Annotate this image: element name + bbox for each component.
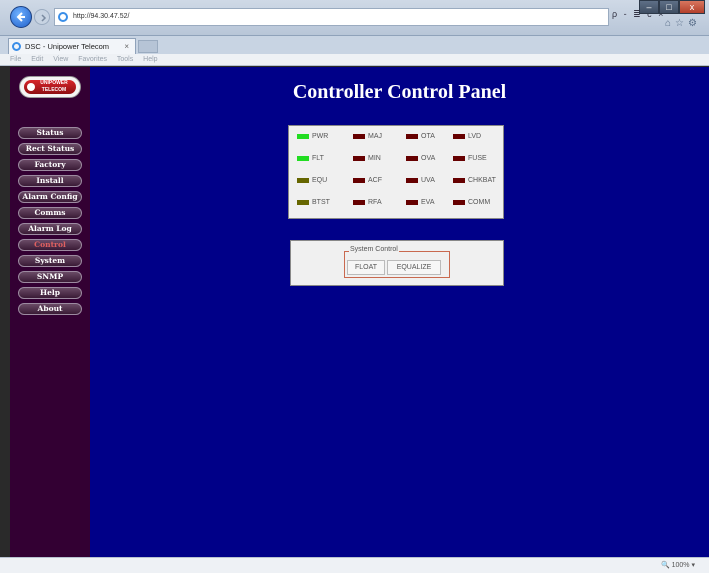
indicator-label: EQU — [312, 177, 328, 184]
tab-favicon-icon — [12, 42, 21, 51]
url-text: http://94.30.47.52/ — [73, 13, 130, 20]
nav-system[interactable]: System — [18, 255, 82, 267]
indicator-label: EVA — [421, 199, 435, 206]
indicator-label: COMM — [468, 199, 491, 206]
ie-icon — [58, 12, 68, 22]
logo-text: UNIPOWER TELECOM — [40, 80, 68, 93]
nav-snmp[interactable]: SNMP — [18, 271, 82, 283]
led-icon — [297, 200, 309, 205]
browser-window: http://94.30.47.52/ ρ - ≣ c × – □ x ⌂☆⚙ … — [0, 0, 709, 573]
address-bar[interactable]: http://94.30.47.52/ — [54, 8, 609, 26]
page-title: Controller Control Panel — [292, 81, 507, 103]
system-control-group: System Control FLOAT EQUALIZE — [344, 246, 450, 278]
nav-factory[interactable]: Factory — [18, 159, 82, 171]
nav-about[interactable]: About — [18, 303, 82, 315]
close-window-button[interactable]: x — [679, 0, 705, 14]
main-content: Controller Control Panel PWR MAJ OTA LVD FLT… — [90, 67, 709, 557]
nav-install[interactable]: Install — [18, 175, 82, 187]
led-icon — [453, 178, 465, 183]
back-arrow-icon — [16, 12, 25, 22]
indicator-label: UVA — [421, 177, 435, 184]
logo-badge: UNIPOWER TELECOM — [24, 80, 76, 94]
equalize-button[interactable]: EQUALIZE — [387, 260, 441, 275]
indicator-label: OVA — [421, 155, 436, 162]
menu-favorites[interactable]: Favorites — [78, 56, 107, 63]
system-control-legend: System Control — [349, 246, 399, 253]
indicator-label: PWR — [312, 133, 329, 140]
nav-alarm-config[interactable]: Alarm Config — [18, 191, 82, 203]
new-tab-button[interactable] — [138, 40, 158, 53]
menu-view[interactable]: View — [53, 56, 68, 63]
tab-dsc[interactable]: DSC - Unipower Telecom × — [8, 38, 136, 54]
forward-arrow-icon — [41, 14, 47, 22]
browser-titlebar: http://94.30.47.52/ ρ - ≣ c × – □ x ⌂☆⚙ — [0, 0, 709, 36]
indicator-label: LVD — [468, 133, 482, 140]
forward-button[interactable] — [34, 9, 50, 25]
indicator-label: OTA — [421, 133, 435, 140]
led-icon — [406, 134, 418, 139]
indicator-label: CHKBAT — [468, 177, 496, 184]
tab-close-icon[interactable]: × — [124, 39, 129, 54]
led-icon — [453, 156, 465, 161]
system-control-panel: System Control FLOAT EQUALIZE — [290, 240, 504, 286]
led-icon — [406, 200, 418, 205]
window-controls: – □ x — [639, 0, 705, 14]
menu-file[interactable]: File — [10, 56, 21, 63]
minimize-button[interactable]: – — [639, 0, 659, 14]
led-icon — [353, 200, 365, 205]
tab-bar: DSC - Unipower Telecom × — [0, 36, 709, 54]
indicator-label: MIN — [368, 155, 381, 162]
nav-alarm-log[interactable]: Alarm Log — [18, 223, 82, 235]
maximize-button[interactable]: □ — [659, 0, 679, 14]
nav-status[interactable]: Status — [18, 127, 82, 139]
tab-title: DSC - Unipower Telecom — [25, 42, 110, 51]
indicator-label: MAJ — [368, 133, 382, 140]
indicator-label: FUSE — [468, 155, 487, 162]
indicator-label: ACF — [368, 177, 382, 184]
float-button[interactable]: FLOAT — [347, 260, 385, 275]
zoom-control[interactable]: 🔍 100% ▾ — [661, 561, 695, 569]
unipower-logo: UNIPOWER TELECOM — [19, 76, 81, 98]
nav-help[interactable]: Help — [18, 287, 82, 299]
led-icon — [297, 156, 309, 161]
led-icon — [453, 134, 465, 139]
menu-help[interactable]: Help — [143, 56, 157, 63]
led-icon — [297, 178, 309, 183]
indicator-label: FLT — [312, 155, 324, 162]
led-icon — [353, 178, 365, 183]
led-icon — [297, 134, 309, 139]
sidebar: UNIPOWER TELECOM Status Rect Status Factor… — [10, 67, 90, 557]
led-icon — [453, 200, 465, 205]
led-icon — [353, 134, 365, 139]
led-icon — [406, 156, 418, 161]
indicator-label: RFA — [368, 199, 382, 206]
menu-bar: File Edit View Favorites Tools Help — [0, 54, 709, 66]
led-icon — [406, 178, 418, 183]
web-page: UNIPOWER TELECOM Status Rect Status Factor… — [10, 67, 709, 557]
indicator-label: BTST — [312, 199, 330, 206]
led-icon — [353, 156, 365, 161]
indicator-panel: PWR MAJ OTA LVD FLT MIN OVA FUSE EQU ACF UVA CHKBAT… — [288, 125, 504, 219]
home-star-gear-icons[interactable]: ⌂☆⚙ — [665, 18, 701, 29]
nav-control[interactable]: Control — [18, 239, 82, 251]
menu-edit[interactable]: Edit — [31, 56, 43, 63]
status-bar: 🔍 100% ▾ — [0, 557, 709, 573]
nav-rect-status[interactable]: Rect Status — [18, 143, 82, 155]
back-button[interactable] — [10, 6, 32, 28]
nav-comms[interactable]: Comms — [18, 207, 82, 219]
logo-dot-icon — [27, 83, 35, 91]
menu-tools[interactable]: Tools — [117, 56, 133, 63]
